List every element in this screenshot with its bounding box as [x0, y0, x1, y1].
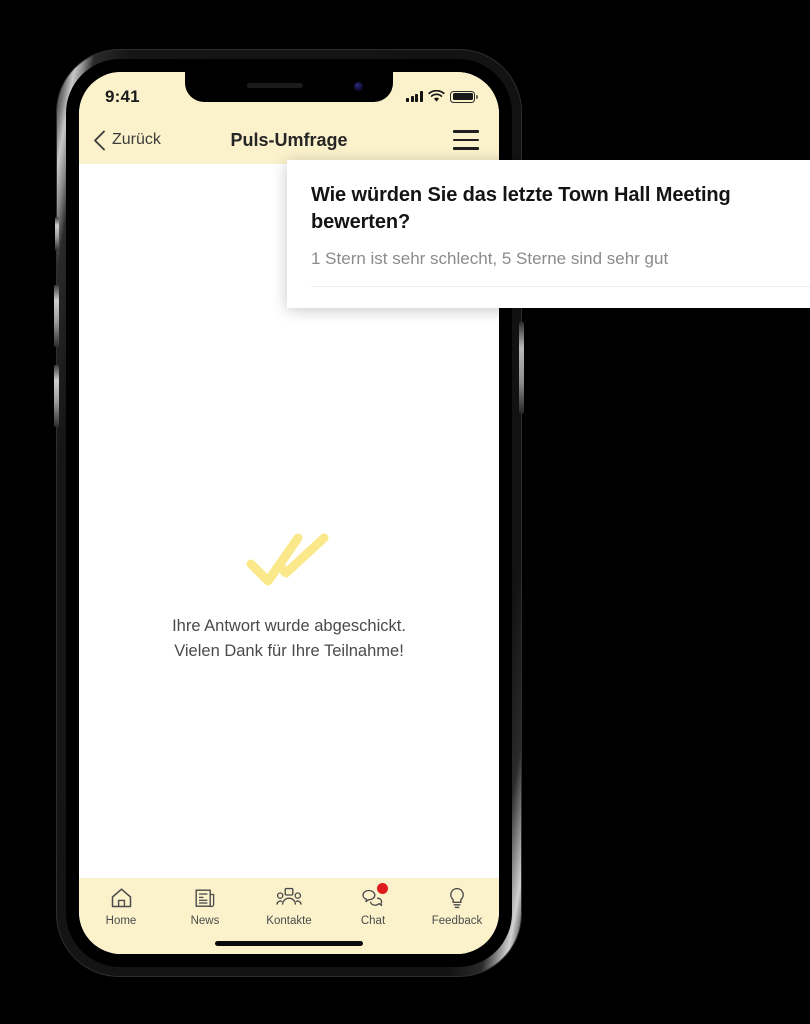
chat-unread-badge — [377, 883, 388, 894]
chevron-left-icon — [94, 130, 105, 150]
tab-chat[interactable]: Chat — [331, 883, 415, 927]
battery-full-icon — [450, 90, 478, 103]
wifi-icon — [428, 90, 445, 102]
tab-label: Chat — [360, 915, 386, 927]
status-bar-clock: 9:41 — [105, 86, 140, 106]
status-bar-icons — [406, 90, 478, 103]
confirmation-line-2: Vielen Dank für Ihre Teilnahme! — [174, 642, 404, 661]
silent-switch-button[interactable] — [55, 217, 59, 251]
tab-kontakte[interactable]: Kontakte — [247, 886, 331, 927]
contacts-icon — [276, 886, 302, 910]
earpiece-speaker-icon — [247, 83, 303, 88]
front-camera-icon — [354, 82, 363, 91]
back-button[interactable]: Zurück — [93, 130, 161, 151]
tab-home[interactable]: Home — [79, 886, 163, 927]
volume-down-button[interactable] — [54, 365, 59, 427]
survey-question-card: Wie würden Sie das letzte Town Hall Meet… — [287, 160, 810, 308]
display-notch — [185, 72, 393, 102]
tab-feedback[interactable]: Feedback — [415, 886, 499, 927]
navigation-bar: Zurück Puls-Umfrage — [79, 116, 499, 164]
tab-label: Home — [105, 915, 137, 927]
home-icon — [108, 886, 134, 910]
home-indicator-bar[interactable] — [215, 941, 363, 946]
double-check-icon — [246, 533, 329, 586]
tab-label: News — [190, 915, 220, 927]
confirmation-line-1: Ihre Antwort wurde abgeschickt. — [172, 617, 406, 635]
survey-question-subtitle: 1 Stern ist sehr schlecht, 5 Sterne sind… — [311, 249, 669, 269]
card-divider — [311, 286, 810, 287]
screenshot-stage: 9:41 Zurück Puls-Umfrage Ihre Antwort wu… — [0, 0, 810, 1024]
submission-confirmation: Ihre Antwort wurde abgeschickt. Vielen D… — [79, 532, 499, 664]
hamburger-menu-icon[interactable] — [453, 130, 479, 150]
tab-label: Feedback — [431, 915, 483, 927]
tab-label: Kontakte — [266, 915, 312, 927]
survey-question-text: Wie würden Sie das letzte Town Hall Meet… — [311, 184, 731, 233]
lightbulb-icon — [444, 886, 470, 910]
back-button-label: Zurück — [112, 131, 161, 148]
volume-up-button[interactable] — [54, 285, 59, 347]
tab-news[interactable]: News — [163, 886, 247, 927]
signal-bars-icon — [406, 91, 423, 102]
power-button[interactable] — [519, 322, 524, 414]
news-icon — [192, 886, 218, 910]
chat-icon — [360, 883, 388, 910]
